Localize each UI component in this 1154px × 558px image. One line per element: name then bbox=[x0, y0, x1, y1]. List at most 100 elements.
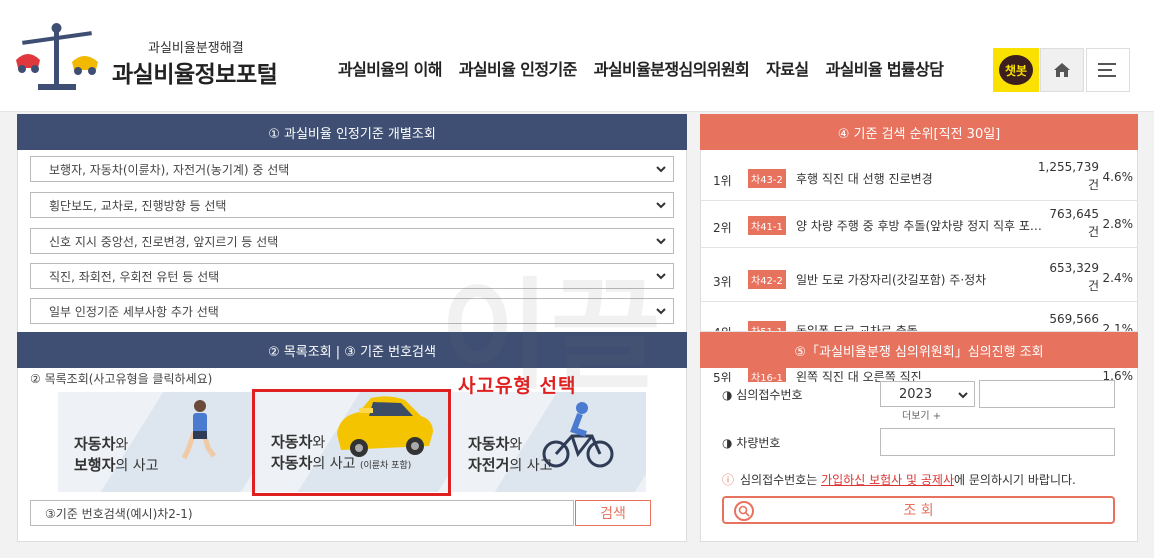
ranking-title: 동일폭 도로 교차로 충돌 bbox=[796, 324, 918, 332]
card-car-bicycle[interactable]: 자동차와 자전거의 사고 bbox=[452, 392, 646, 492]
chevron-down-icon bbox=[656, 238, 666, 245]
logo-title[interactable]: 과실비율정보포털 bbox=[112, 55, 278, 89]
card-text-bold: 자동차 bbox=[74, 435, 116, 453]
count-value: 763,645 bbox=[1049, 207, 1099, 221]
car-number-input[interactable] bbox=[880, 428, 1115, 456]
search-count: 569,566건 bbox=[1029, 310, 1099, 331]
card-text: 와 bbox=[115, 437, 129, 453]
chevron-down-icon bbox=[656, 166, 666, 173]
receipt-number-input[interactable] bbox=[979, 380, 1115, 408]
count-value: 653,329 bbox=[1049, 261, 1099, 275]
detail-select-label: 일부 인정기준 세부사항 추가 선택 bbox=[49, 304, 219, 319]
search-count: 763,645 건 bbox=[1029, 205, 1099, 241]
nav-criteria[interactable]: 과실비율 인정기준 bbox=[459, 56, 578, 80]
criteria-lookup-header: ① 과실비율 인정기준 개별조회 bbox=[17, 114, 687, 150]
receipt-number-label: ◑ 심의접수번호 bbox=[722, 388, 803, 402]
count-unit: 건 bbox=[1087, 178, 1099, 192]
count-value: 569,566 bbox=[1049, 312, 1099, 326]
signal-select-label: 신호 지시 중앙선, 진로변경, 앞지르기 등 선택 bbox=[49, 234, 279, 249]
search-icon bbox=[734, 501, 754, 521]
signal-select[interactable]: 신호 지시 중앙선, 진로변경, 앞지르기 등 선택 bbox=[30, 228, 674, 254]
search-percent: 2.1% bbox=[1102, 322, 1134, 332]
ranking-row[interactable]: 2위 차41-1 양 차량 주행 중 후방 추돌(앞차량 정지 직후 포… 76… bbox=[700, 205, 1138, 248]
location-select[interactable]: 횡단보도, 교차로, 진행방향 등 선택 bbox=[30, 192, 674, 218]
rank-number: 1위 bbox=[713, 174, 732, 188]
info-icon: ⓘ bbox=[722, 473, 735, 487]
rank-number: 4위 bbox=[713, 324, 732, 331]
search-count: 1,255,739 건 bbox=[1029, 158, 1099, 194]
list-search-header: ② 목록조회 | ③ 기준 번호검색 bbox=[17, 332, 687, 368]
nav-archive[interactable]: 자료실 bbox=[766, 56, 809, 80]
lookup-button-label: 조 회 bbox=[903, 503, 934, 519]
year-select-value: 2023 bbox=[899, 386, 933, 402]
card-text-bold: 자동차 bbox=[468, 435, 510, 453]
search-button[interactable]: 검색 bbox=[575, 500, 651, 526]
criteria-code-badge: 차42-2 bbox=[748, 270, 786, 289]
insurer-link[interactable]: 가입하신 보험사 및 공제사 bbox=[821, 473, 954, 487]
scale-logo-icon[interactable] bbox=[14, 20, 100, 96]
card-car-pedestrian[interactable]: 자동차와 보행자의 사고 bbox=[58, 392, 252, 492]
more-link[interactable]: 더보기 + bbox=[902, 407, 941, 422]
criteria-code-badge: 차16-1 bbox=[748, 367, 786, 382]
nav-legal-consult[interactable]: 과실비율 법률상담 bbox=[825, 56, 944, 80]
party-select-label: 보행자, 자동차(이륜차), 자전거(농기계) 중 선택 bbox=[49, 162, 290, 177]
notice-text: 에 문의하시기 바랍니다. bbox=[954, 473, 1076, 487]
ranking-title: 양 차량 주행 중 후방 추돌(앞차량 정지 직후 포… bbox=[796, 219, 1042, 233]
criteria-number-search-input[interactable]: ③기준 번호검색(예시)차2-1) bbox=[30, 500, 574, 526]
menu-button[interactable] bbox=[1086, 48, 1130, 92]
location-select-label: 횡단보도, 교차로, 진행방향 등 선택 bbox=[49, 198, 227, 213]
direction-select[interactable]: 직진, 좌회전, 우회전 유턴 등 선택 bbox=[30, 263, 674, 289]
site-header: 과실비율분쟁해결 과실비율정보포털 과실비율의 이해 과실비율 인정기준 과실비… bbox=[0, 0, 1154, 112]
card-car-pedestrian-label: 자동차와 보행자의 사고 bbox=[74, 434, 159, 476]
chevron-down-icon bbox=[656, 308, 666, 315]
ranking-row[interactable]: 4위 차51-1 동일폭 도로 교차로 충돌 569,566건 2.1% bbox=[700, 310, 1138, 332]
card-text: 와 bbox=[509, 437, 523, 453]
receipt-notice: ⓘ 심의접수번호는 가입하신 보험사 및 공제사에 문의하시기 바랍니다. bbox=[722, 471, 1076, 488]
accident-type-select-callout: 사고유형 선택 bbox=[458, 375, 577, 397]
count-unit: 건 bbox=[1087, 279, 1099, 293]
chevron-down-icon bbox=[958, 392, 968, 399]
nav-understanding[interactable]: 과실비율의 이해 bbox=[338, 56, 442, 80]
chevron-down-icon bbox=[656, 273, 666, 280]
selection-highlight-box bbox=[252, 389, 451, 496]
search-count: 653,329 건 bbox=[1029, 259, 1099, 295]
search-percent: 4.6% bbox=[1102, 170, 1134, 184]
direction-select-label: 직진, 좌회전, 우회전 유턴 등 선택 bbox=[49, 269, 220, 284]
home-button[interactable] bbox=[1040, 48, 1084, 92]
criteria-code-badge: 차41-1 bbox=[748, 216, 786, 235]
hamburger-icon bbox=[1098, 63, 1116, 77]
detail-select[interactable]: 일부 인정기준 세부사항 추가 선택 bbox=[30, 298, 674, 324]
notice-text: 심의접수번호는 bbox=[740, 473, 822, 487]
chevron-down-icon bbox=[656, 202, 666, 209]
logo-subtitle: 과실비율분쟁해결 bbox=[148, 41, 244, 56]
search-ranking-header: ④ 기준 검색 순위[직전 30일] bbox=[700, 114, 1138, 150]
chatbot-button[interactable]: 챗봇 bbox=[993, 48, 1039, 92]
ranking-title: 일반 도로 가장자리(갓길포함) 주·정차 bbox=[796, 273, 987, 287]
ranking-title: 후행 직진 대 선행 진로변경 bbox=[796, 172, 933, 186]
count-unit: 건 bbox=[1087, 225, 1099, 239]
card-text: 의 사고 bbox=[115, 458, 159, 474]
ranking-row[interactable]: 5위 차16-1 왼쪽 직진 대 오른쪽 직진 1.6% bbox=[700, 362, 1138, 382]
pedestrian-icon bbox=[181, 400, 216, 460]
search-percent: 2.8% bbox=[1102, 217, 1134, 231]
rank-number: 3위 bbox=[713, 275, 732, 289]
car-number-label: ◑ 차량번호 bbox=[722, 436, 781, 450]
rank-number: 5위 bbox=[713, 371, 732, 382]
party-select[interactable]: 보행자, 자동차(이륜차), 자전거(농기계) 중 선택 bbox=[30, 156, 674, 182]
list-hint: ② 목록조회(사고유형을 클릭하세요) bbox=[30, 372, 213, 386]
card-text-bold: 보행자 bbox=[74, 456, 116, 474]
main-nav: 과실비율의 이해 과실비율 인정기준 과실비율분쟁심의위원회 자료실 과실비율 … bbox=[338, 56, 944, 80]
home-icon bbox=[1054, 63, 1070, 77]
chatbot-icon: 챗봇 bbox=[999, 55, 1033, 85]
lookup-button[interactable]: 조 회 bbox=[722, 496, 1115, 524]
nav-committee[interactable]: 과실비율분쟁심의위원회 bbox=[594, 56, 750, 80]
count-value: 1,255,739 bbox=[1037, 160, 1099, 174]
year-select[interactable]: 2023 bbox=[880, 381, 975, 407]
ranking-row[interactable]: 1위 차43-2 후행 직진 대 선행 진로변경 1,255,739 건 4.6% bbox=[700, 158, 1138, 201]
criteria-code-badge: 차51-1 bbox=[748, 321, 786, 331]
card-text-bold: 자전거 bbox=[468, 456, 510, 474]
criteria-code-badge: 차43-2 bbox=[748, 169, 786, 188]
rank-number: 2위 bbox=[713, 221, 732, 235]
ranking-row[interactable]: 3위 차42-2 일반 도로 가장자리(갓길포함) 주·정차 653,329 건 … bbox=[700, 259, 1138, 302]
search-percent: 2.4% bbox=[1102, 271, 1134, 285]
